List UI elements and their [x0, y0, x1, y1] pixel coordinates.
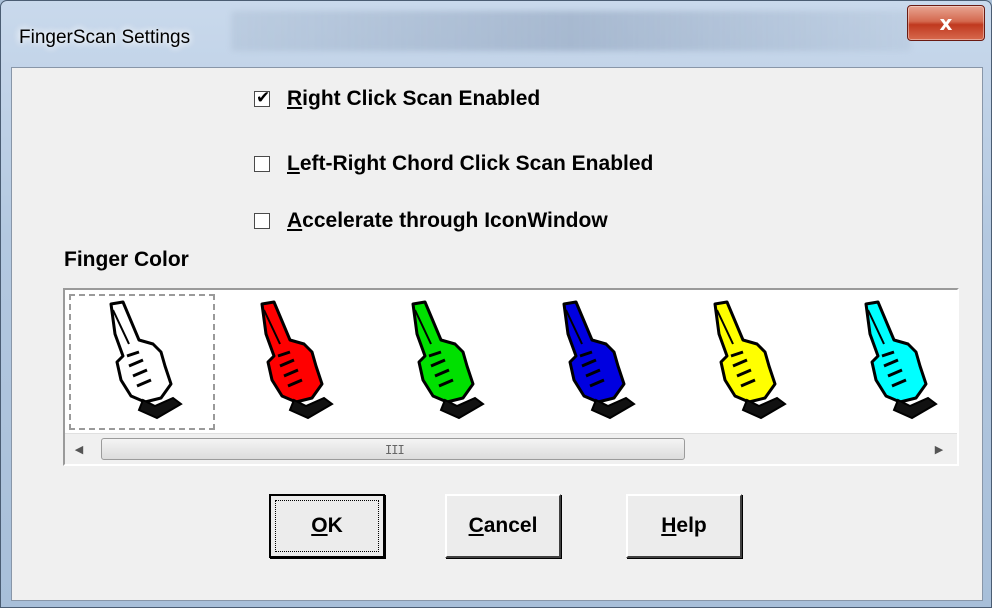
- accelerate-iconwindow-checkbox[interactable]: Accelerate through IconWindow: [254, 206, 608, 236]
- ok-button-label: OK: [311, 514, 343, 537]
- background-taskbar-blur: [231, 11, 911, 51]
- finger-swatch-cyan[interactable]: [824, 294, 957, 430]
- scrollbar-thumb[interactable]: III: [101, 438, 685, 460]
- close-icon: x: [939, 11, 953, 35]
- ok-button[interactable]: OK: [269, 494, 385, 558]
- finger-swatch-list: [65, 290, 957, 436]
- pointing-hand-icon: [109, 300, 183, 420]
- checkbox-box[interactable]: [254, 213, 270, 229]
- pointing-hand-icon: [713, 300, 787, 420]
- scroll-left-icon[interactable]: ◀: [65, 434, 93, 464]
- right-click-scan-checkbox[interactable]: ✔ Right Click Scan Enabled: [254, 84, 540, 114]
- finger-swatch-red[interactable]: [220, 294, 366, 430]
- finger-color-label: Finger Color: [64, 248, 189, 271]
- chord-click-scan-label: Left-Right Chord Click Scan Enabled: [287, 152, 654, 175]
- help-button-label: Help: [661, 514, 707, 537]
- checkbox-box[interactable]: [254, 156, 270, 172]
- checkbox-box[interactable]: ✔: [254, 88, 271, 108]
- horizontal-scrollbar[interactable]: ◀ III ▶: [65, 433, 957, 464]
- grip-icon: III: [385, 443, 405, 457]
- cancel-button-label: Cancel: [468, 514, 538, 537]
- pointing-hand-icon: [411, 300, 485, 420]
- finger-swatch-white[interactable]: [69, 294, 215, 430]
- right-click-scan-label: Right Click Scan Enabled: [287, 87, 541, 110]
- finger-swatch-blue[interactable]: [522, 294, 668, 430]
- pointing-hand-icon: [562, 300, 636, 420]
- checkmark-icon: ✔: [256, 88, 271, 108]
- window-title: FingerScan Settings: [19, 27, 191, 48]
- pointing-hand-icon: [260, 300, 334, 420]
- chord-click-scan-checkbox[interactable]: Left-Right Chord Click Scan Enabled: [254, 149, 653, 179]
- finger-swatch-yellow[interactable]: [673, 294, 819, 430]
- finger-swatch-green[interactable]: [371, 294, 517, 430]
- close-button[interactable]: x: [907, 5, 985, 41]
- finger-color-picker[interactable]: ◀ III ▶: [63, 288, 959, 466]
- help-button[interactable]: Help: [626, 494, 742, 558]
- scroll-right-icon[interactable]: ▶: [925, 434, 953, 464]
- settings-window: FingerScan Settings x ✔ Right Click Scan…: [0, 0, 992, 608]
- pointing-hand-icon: [864, 300, 938, 420]
- dialog-body: ✔ Right Click Scan Enabled Left-Right Ch…: [11, 67, 983, 601]
- cancel-button[interactable]: Cancel: [445, 494, 561, 558]
- accelerate-iconwindow-label: Accelerate through IconWindow: [287, 209, 608, 232]
- title-bar[interactable]: FingerScan Settings x: [1, 1, 991, 67]
